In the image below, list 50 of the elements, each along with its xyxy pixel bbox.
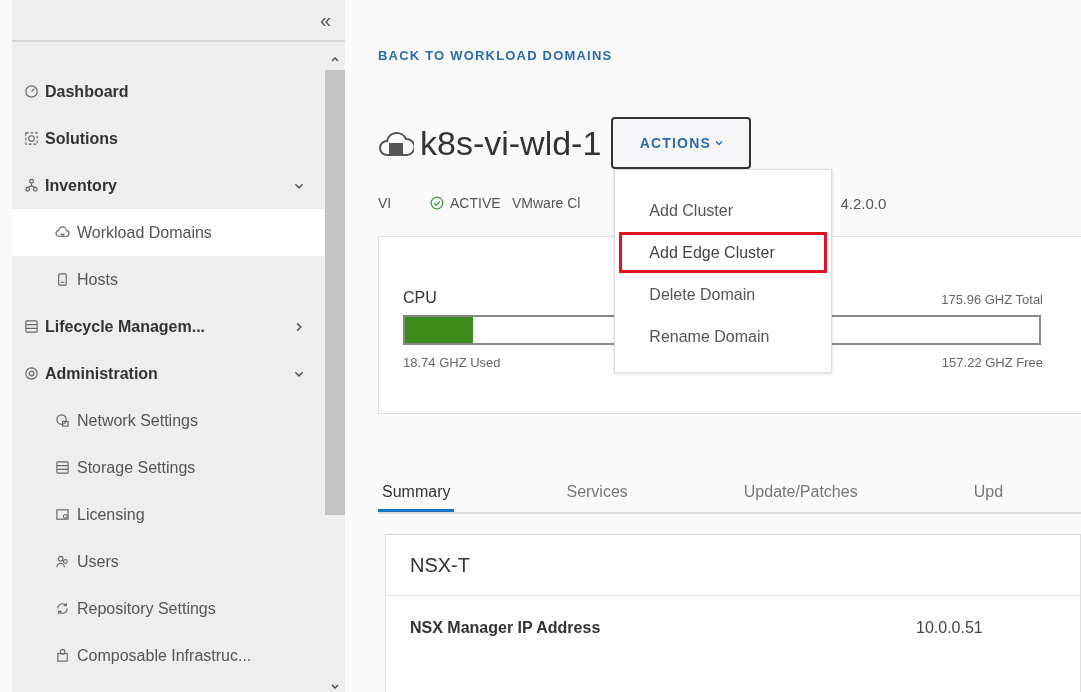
property-label: NSX Manager IP Address: [410, 619, 602, 637]
refresh-icon: [55, 601, 70, 616]
property-value: 10.0.0.51: [916, 619, 983, 637]
tab[interactable]: Upd: [969, 474, 1008, 512]
gauge-icon: [24, 84, 39, 99]
nav-subitem[interactable]: Storage Settings: [12, 444, 325, 491]
menu-item[interactable]: Add Edge Cluster: [619, 232, 828, 273]
domain-type: VI: [378, 195, 393, 211]
nav-subitem[interactable]: Repository Settings: [12, 585, 325, 632]
back-link[interactable]: BACK TO WORKLOAD DOMAINS: [378, 48, 1081, 68]
menu-item[interactable]: Add Cluster: [619, 190, 828, 231]
caret-icon: [715, 140, 724, 146]
tab[interactable]: Summary: [378, 474, 455, 512]
domain-title: k8s-vi-wld-1: [420, 123, 602, 163]
server-icon: [55, 272, 70, 287]
network-icon: [55, 413, 70, 428]
version-text: 4.2.0.0: [840, 194, 887, 212]
nav-subitem[interactable]: Users: [12, 538, 325, 585]
cpu-label: CPU: [403, 289, 437, 307]
collapse-button[interactable]: «: [319, 0, 345, 32]
menu-item[interactable]: Delete Domain: [619, 274, 828, 315]
panel-title: NSX-T: [386, 535, 1080, 596]
cpu-used: 18.74 GHZ Used: [403, 355, 501, 370]
certificate-icon: [55, 507, 70, 522]
nav-item[interactable]: Administration: [12, 350, 325, 397]
tab[interactable]: Services: [562, 474, 632, 512]
nav-subitem[interactable]: Composable Infrastruc...: [12, 632, 325, 679]
frame-icon: [24, 131, 39, 146]
scroll-down-icon[interactable]: [330, 684, 340, 690]
cloud-icon: [55, 225, 70, 240]
product-text: VMware Cl: [512, 195, 581, 211]
nav-item[interactable]: Lifecycle Managem...: [12, 303, 325, 350]
tab[interactable]: Update/Patches: [739, 474, 862, 512]
nav-subitem[interactable]: Workload Domains: [12, 209, 325, 256]
nav-item[interactable]: Solutions: [12, 115, 325, 162]
gear-icon: [24, 366, 39, 381]
menu-item[interactable]: Rename Domain: [619, 316, 828, 357]
nav-item[interactable]: Inventory: [12, 162, 325, 209]
check-circle-icon: [430, 196, 444, 210]
status-text: ACTIVE: [450, 195, 502, 211]
nodes-icon: [24, 178, 39, 193]
cpu-total: 175.96 GHZ Total: [941, 292, 1043, 307]
nav-subitem[interactable]: Licensing: [12, 491, 325, 538]
nav-item[interactable]: Dashboard: [12, 68, 325, 115]
nav-subitem[interactable]: Hosts: [12, 256, 325, 303]
actions-button[interactable]: ACTIONS: [611, 117, 752, 169]
users-icon: [55, 554, 70, 569]
nav-subitem[interactable]: Network Settings: [12, 397, 325, 444]
cpu-free: 157.22 GHZ Free: [941, 355, 1043, 370]
scroll-up-icon[interactable]: [330, 56, 340, 62]
